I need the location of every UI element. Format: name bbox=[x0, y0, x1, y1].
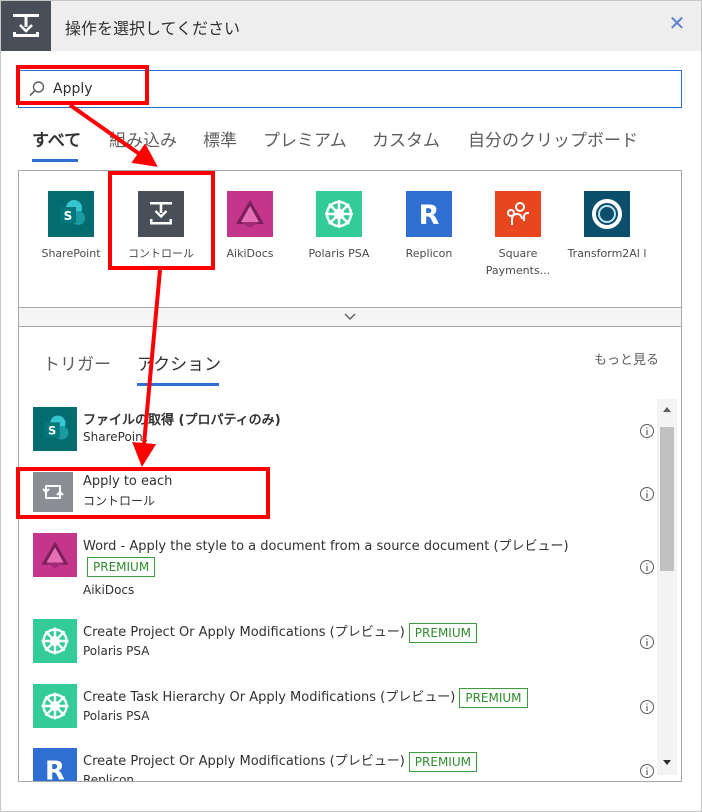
info-icon[interactable] bbox=[639, 763, 655, 779]
premium-badge: PREMIUM bbox=[408, 622, 477, 643]
connector-label: Square Payments... bbox=[485, 247, 551, 277]
action-connector: Polaris PSA bbox=[83, 644, 150, 658]
action-title: Word - Apply the style to a document fro… bbox=[83, 539, 569, 554]
dialog-title: 操作を選択してください bbox=[65, 19, 241, 38]
tab-all[interactable]: すべて bbox=[32, 126, 81, 151]
svg-text:S: S bbox=[48, 424, 56, 438]
info-icon[interactable] bbox=[639, 634, 655, 650]
sharepoint-icon: S bbox=[33, 407, 77, 451]
active-tab-indicator bbox=[32, 159, 78, 162]
action-title: Create Project Or Apply Modifications (プ… bbox=[83, 621, 477, 643]
action-item[interactable]: R Create Project Or Apply Modifications … bbox=[33, 748, 654, 782]
scroll-up-arrow-icon[interactable] bbox=[657, 399, 677, 419]
action-item[interactable]: Create Project Or Apply Modifications (プ… bbox=[33, 619, 654, 663]
action-title: Create Task Hierarchy Or Apply Modificat… bbox=[83, 686, 528, 708]
tab-my-clipboard[interactable]: 自分のクリップボード bbox=[468, 126, 638, 151]
annotation-control-highlight bbox=[108, 171, 215, 270]
svg-text:R: R bbox=[419, 200, 440, 231]
scroll-down-arrow-icon[interactable] bbox=[657, 753, 677, 773]
scroll-thumb[interactable] bbox=[660, 427, 674, 571]
connector-label: Replicon bbox=[405, 247, 453, 260]
connector-replicon[interactable]: R Replicon bbox=[389, 191, 469, 262]
info-icon[interactable] bbox=[639, 423, 655, 439]
replicon-icon: R bbox=[33, 748, 77, 782]
dialog-header: 操作を選択してください ✕ bbox=[1, 1, 701, 51]
tab-triggers[interactable]: トリガー bbox=[43, 350, 111, 375]
annotation-apply-to-each-highlight bbox=[16, 467, 270, 519]
actions-panel: トリガー アクション もっと見る S ファイルの取得 (プロパティのみ) Sha… bbox=[18, 326, 682, 782]
svg-text:S: S bbox=[64, 209, 73, 223]
info-icon[interactable] bbox=[639, 699, 655, 715]
action-connector: Replicon bbox=[83, 773, 135, 782]
tab-standard[interactable]: 標準 bbox=[203, 126, 237, 151]
actions-scrollbar[interactable] bbox=[657, 399, 677, 775]
action-title-text: Create Project Or Apply Modifications (プ… bbox=[83, 625, 405, 640]
tab-actions[interactable]: アクション bbox=[137, 350, 221, 375]
transform2all-icon bbox=[584, 191, 630, 237]
replicon-icon: R bbox=[406, 191, 452, 237]
connector-aikidocs[interactable]: AikiDocs bbox=[210, 191, 290, 262]
action-connector: AikiDocs bbox=[83, 583, 135, 597]
action-item[interactable]: S ファイルの取得 (プロパティのみ) SharePoint bbox=[33, 407, 654, 451]
expand-connectors-button[interactable] bbox=[19, 307, 681, 326]
connector-transform2all[interactable]: Transform2Al l bbox=[567, 191, 647, 262]
action-title: Create Project Or Apply Modifications (プ… bbox=[83, 750, 477, 772]
connector-square-payments[interactable]: Square Payments... bbox=[478, 191, 558, 279]
polaris-icon bbox=[316, 191, 362, 237]
close-icon[interactable]: ✕ bbox=[665, 11, 689, 35]
action-title-text: Create Task Hierarchy Or Apply Modificat… bbox=[83, 690, 456, 705]
polaris-icon bbox=[33, 684, 77, 728]
active-subtab-indicator bbox=[137, 383, 219, 386]
action-connector: Polaris PSA bbox=[83, 709, 150, 723]
tab-builtin[interactable]: 組み込み bbox=[109, 126, 177, 151]
connector-sharepoint[interactable]: S SharePoint bbox=[31, 191, 111, 262]
connector-polaris-psa[interactable]: Polaris PSA bbox=[299, 191, 379, 262]
action-connector: SharePoint bbox=[83, 430, 148, 444]
action-title-text: Create Project Or Apply Modifications (プ… bbox=[83, 754, 405, 769]
action-item[interactable]: Word - Apply the style to a document fro… bbox=[33, 533, 654, 603]
action-title: ファイルの取得 (プロパティのみ) bbox=[83, 413, 281, 428]
sharepoint-icon: S bbox=[48, 191, 94, 237]
annotation-search-highlight bbox=[16, 65, 149, 105]
premium-badge-row: PREMIUM bbox=[83, 557, 156, 577]
connector-label: Transform2Al l bbox=[567, 247, 647, 260]
info-icon[interactable] bbox=[639, 486, 655, 502]
tab-premium[interactable]: プレミアム bbox=[263, 126, 347, 151]
aikidocs-icon bbox=[33, 533, 77, 577]
svg-text:R: R bbox=[45, 757, 65, 782]
connector-label: SharePoint bbox=[41, 247, 101, 260]
connector-label: Polaris PSA bbox=[308, 247, 370, 260]
tab-custom[interactable]: カスタム bbox=[372, 126, 440, 151]
square-payments-icon bbox=[495, 191, 541, 237]
see-more-link[interactable]: もっと見る bbox=[594, 349, 659, 368]
aikidocs-icon bbox=[227, 191, 273, 237]
control-operation-icon bbox=[1, 1, 51, 51]
premium-badge: PREMIUM bbox=[408, 751, 477, 772]
premium-badge: PREMIUM bbox=[87, 557, 156, 577]
polaris-icon bbox=[33, 619, 77, 663]
premium-badge: PREMIUM bbox=[459, 687, 528, 708]
action-item[interactable]: Create Task Hierarchy Or Apply Modificat… bbox=[33, 684, 654, 728]
info-icon[interactable] bbox=[639, 559, 655, 575]
connector-label: AikiDocs bbox=[226, 247, 274, 260]
